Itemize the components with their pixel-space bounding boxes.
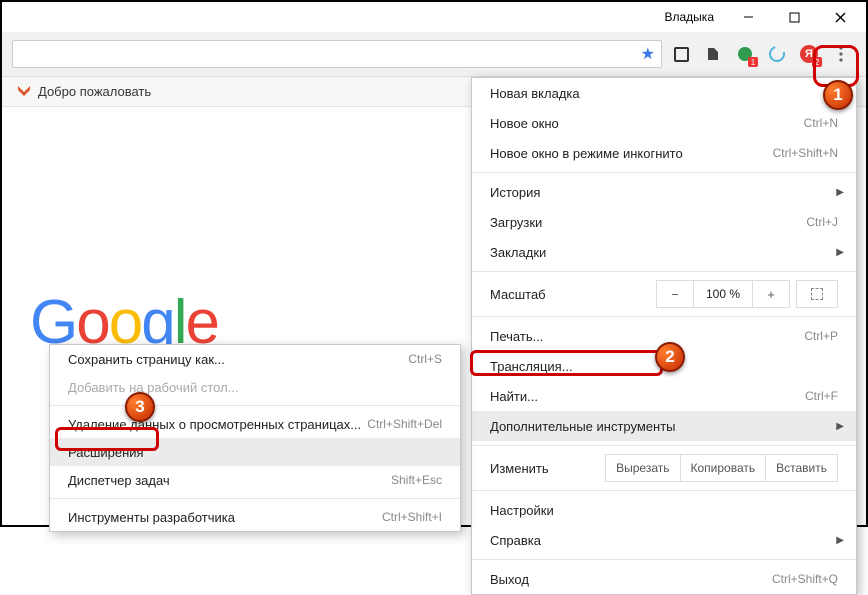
label: Масштаб: [490, 287, 657, 302]
fullscreen-icon: [811, 288, 823, 300]
label: Выход: [490, 572, 772, 587]
cut-button[interactable]: Вырезать: [605, 454, 680, 482]
chevron-right-icon: ▶: [836, 247, 844, 258]
label: Диспетчер задач: [68, 473, 391, 488]
fullscreen-button[interactable]: [796, 280, 838, 308]
close-button[interactable]: [818, 3, 862, 31]
shortcut: Ctrl+F: [805, 389, 838, 403]
label: Изменить: [490, 461, 606, 476]
label: Новая вкладка: [490, 86, 838, 101]
shortcut: Ctrl+Shift+N: [773, 146, 838, 160]
browser-toolbar: ★ 1 Я2: [2, 32, 866, 77]
label: Печать...: [490, 329, 804, 344]
extension-green-icon[interactable]: 1: [736, 45, 754, 63]
shortcut: Ctrl+Shift+Q: [772, 572, 838, 586]
chevron-right-icon: ▶: [836, 421, 844, 432]
label: Настройки: [490, 503, 838, 518]
extension-circle-icon[interactable]: [768, 45, 786, 63]
copy-button[interactable]: Копировать: [680, 454, 767, 482]
submenu-add-desktop: Добавить на рабочий стол...: [50, 373, 460, 401]
main-menu: Новая вкладка Новое окноCtrl+N Новое окн…: [471, 77, 857, 595]
menu-item-incognito[interactable]: Новое окно в режиме инкогнитоCtrl+Shift+…: [472, 138, 856, 168]
menu-button[interactable]: [826, 39, 856, 69]
menu-item-settings[interactable]: Настройки: [472, 495, 856, 525]
menu-item-print[interactable]: Печать...Ctrl+P: [472, 321, 856, 351]
user-name: Владыка: [665, 10, 715, 24]
label: Новое окно: [490, 116, 804, 131]
menu-item-bookmarks[interactable]: Закладки▶: [472, 237, 856, 267]
label: История: [490, 185, 838, 200]
bookmark-star-icon[interactable]: ★: [641, 44, 655, 64]
submenu-extensions[interactable]: Расширения: [50, 438, 460, 466]
label: Новое окно в режиме инкогнито: [490, 146, 773, 161]
label: Сохранить страницу как...: [68, 352, 408, 367]
submenu-save-as[interactable]: Сохранить страницу как...Ctrl+S: [50, 345, 460, 373]
label: Инструменты разработчика: [68, 510, 382, 525]
label: Найти...: [490, 389, 805, 404]
bookmark-item-icon: [16, 84, 32, 100]
label: Закладки: [490, 245, 838, 260]
label: Дополнительные инструменты: [490, 419, 838, 434]
window-titlebar: Владыка: [2, 2, 866, 32]
badge-count: 1: [748, 57, 758, 67]
menu-item-downloads[interactable]: ЗагрузкиCtrl+J: [472, 207, 856, 237]
shortcut: Ctrl+Shift+I: [382, 510, 442, 524]
paste-button[interactable]: Вставить: [765, 454, 838, 482]
label: Трансляция...: [490, 359, 838, 374]
submenu-clear-data[interactable]: Удаление данных о просмотренных страница…: [50, 410, 460, 438]
edit-row: Изменить Вырезать Копировать Вставить: [472, 450, 856, 486]
yandex-icon[interactable]: Я2: [800, 45, 818, 63]
zoom-out-button[interactable]: −: [656, 280, 694, 308]
chevron-right-icon: ▶: [836, 535, 844, 546]
zoom-in-button[interactable]: +: [752, 280, 790, 308]
evernote-icon[interactable]: [704, 45, 722, 63]
badge-count: 2: [812, 57, 822, 67]
shortcut: Ctrl+S: [408, 352, 442, 366]
menu-item-new-tab[interactable]: Новая вкладка: [472, 78, 856, 108]
menu-item-new-window[interactable]: Новое окноCtrl+N: [472, 108, 856, 138]
chevron-right-icon: ▶: [836, 187, 844, 198]
label: Расширения: [68, 445, 442, 460]
minimize-button[interactable]: [726, 3, 770, 31]
extensions-area: 1 Я2: [672, 45, 818, 63]
submenu-task-manager[interactable]: Диспетчер задачShift+Esc: [50, 466, 460, 494]
shortcut: Ctrl+J: [806, 215, 838, 229]
shortcut: Shift+Esc: [391, 473, 442, 487]
label: Добавить на рабочий стол...: [68, 380, 442, 395]
menu-item-cast[interactable]: Трансляция...: [472, 351, 856, 381]
menu-item-help[interactable]: Справка▶: [472, 525, 856, 555]
pocket-icon[interactable]: [672, 45, 690, 63]
more-tools-submenu: Сохранить страницу как...Ctrl+S Добавить…: [49, 344, 461, 532]
menu-item-more-tools[interactable]: Дополнительные инструменты▶: [472, 411, 856, 441]
maximize-button[interactable]: [772, 3, 816, 31]
shortcut: Ctrl+P: [804, 329, 838, 343]
bookmark-item[interactable]: Добро пожаловать: [38, 84, 151, 99]
label: Загрузки: [490, 215, 806, 230]
address-bar[interactable]: ★: [12, 40, 662, 68]
shortcut: Ctrl+Shift+Del: [367, 417, 442, 431]
menu-item-exit[interactable]: ВыходCtrl+Shift+Q: [472, 564, 856, 594]
label: Удаление данных о просмотренных страница…: [68, 417, 367, 432]
zoom-row: Масштаб − 100 % +: [472, 276, 856, 312]
menu-item-find[interactable]: Найти...Ctrl+F: [472, 381, 856, 411]
shortcut: Ctrl+N: [804, 116, 838, 130]
zoom-value: 100 %: [693, 280, 753, 308]
menu-item-history[interactable]: История▶: [472, 177, 856, 207]
label: Справка: [490, 533, 838, 548]
